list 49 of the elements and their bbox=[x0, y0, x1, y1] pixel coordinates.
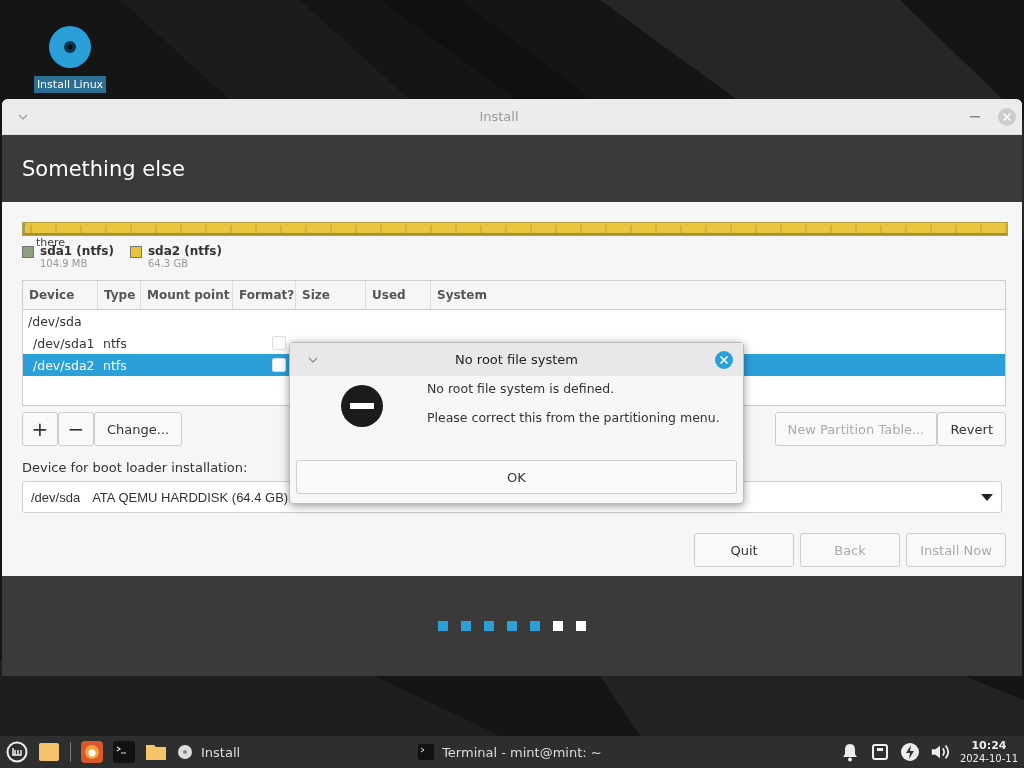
clock-time[interactable]: 10:24 bbox=[971, 739, 1007, 752]
remove-button[interactable]: − bbox=[58, 412, 94, 446]
column-header[interactable]: Size bbox=[296, 281, 366, 309]
table-row[interactable]: /dev/sda bbox=[23, 310, 1005, 332]
clock-date[interactable]: 2024-10-11 bbox=[959, 752, 1018, 765]
legend-name: sda2 (ntfs) bbox=[147, 244, 222, 258]
terminal-icon[interactable] bbox=[113, 741, 135, 763]
column-header[interactable]: System bbox=[431, 281, 1005, 309]
close-icon[interactable] bbox=[715, 350, 733, 369]
column-header[interactable]: Mount point bbox=[141, 281, 233, 309]
legend-size: 64.3 GB bbox=[147, 258, 190, 269]
minimize-icon[interactable] bbox=[970, 115, 980, 118]
ok-button[interactable]: OK bbox=[296, 460, 737, 494]
error-icon bbox=[340, 384, 384, 428]
table-cell-text: ntfs bbox=[102, 357, 128, 373]
page-title: Something else bbox=[22, 156, 185, 181]
column-header[interactable]: Format? bbox=[233, 281, 296, 309]
caret-icon bbox=[981, 493, 993, 501]
format-checkbox[interactable] bbox=[271, 358, 286, 372]
nav-button[interactable]: Quit bbox=[694, 533, 794, 567]
power-icon[interactable] bbox=[899, 742, 920, 762]
partition-button[interactable]: Revert bbox=[937, 412, 1006, 446]
format-checkbox[interactable] bbox=[271, 336, 286, 350]
folder-icon[interactable] bbox=[38, 741, 60, 763]
dialog-title: No root file system bbox=[454, 352, 579, 367]
fox-icon[interactable] bbox=[81, 741, 103, 763]
disc-icon bbox=[177, 744, 193, 760]
add-button[interactable]: + bbox=[22, 412, 58, 446]
boot-loader-label: Device for boot loader installation: bbox=[22, 460, 249, 475]
legend-size: 104.9 MB bbox=[40, 258, 89, 269]
window-title: Install bbox=[478, 109, 520, 124]
table-cell-text: ntfs bbox=[102, 335, 128, 351]
column-header[interactable]: Type bbox=[98, 281, 141, 309]
column-header[interactable]: Used bbox=[366, 281, 431, 309]
table-cell-text: /dev/sda2 bbox=[32, 357, 96, 373]
task-label: Terminal - mint@mint: ~ bbox=[442, 744, 602, 760]
terminal-icon bbox=[418, 744, 435, 760]
dialog-detail: Please correct this from the partitioning menu. bbox=[427, 410, 720, 425]
table-cell-text: /dev/sda bbox=[27, 313, 82, 329]
chevron-icon[interactable] bbox=[308, 356, 318, 363]
column-header[interactable]: Device bbox=[23, 281, 98, 309]
desktop-icon-label[interactable]: Install Linux bbox=[33, 76, 107, 93]
task-label: Install bbox=[201, 744, 241, 760]
network-icon[interactable] bbox=[869, 742, 890, 762]
table-cell-text: /dev/sda1 bbox=[32, 335, 96, 351]
menu-icon[interactable] bbox=[6, 741, 28, 763]
disc-icon[interactable] bbox=[48, 25, 92, 69]
dialog-message: No root file system is defined. bbox=[427, 381, 616, 396]
change-button[interactable]: Change... bbox=[94, 412, 183, 446]
